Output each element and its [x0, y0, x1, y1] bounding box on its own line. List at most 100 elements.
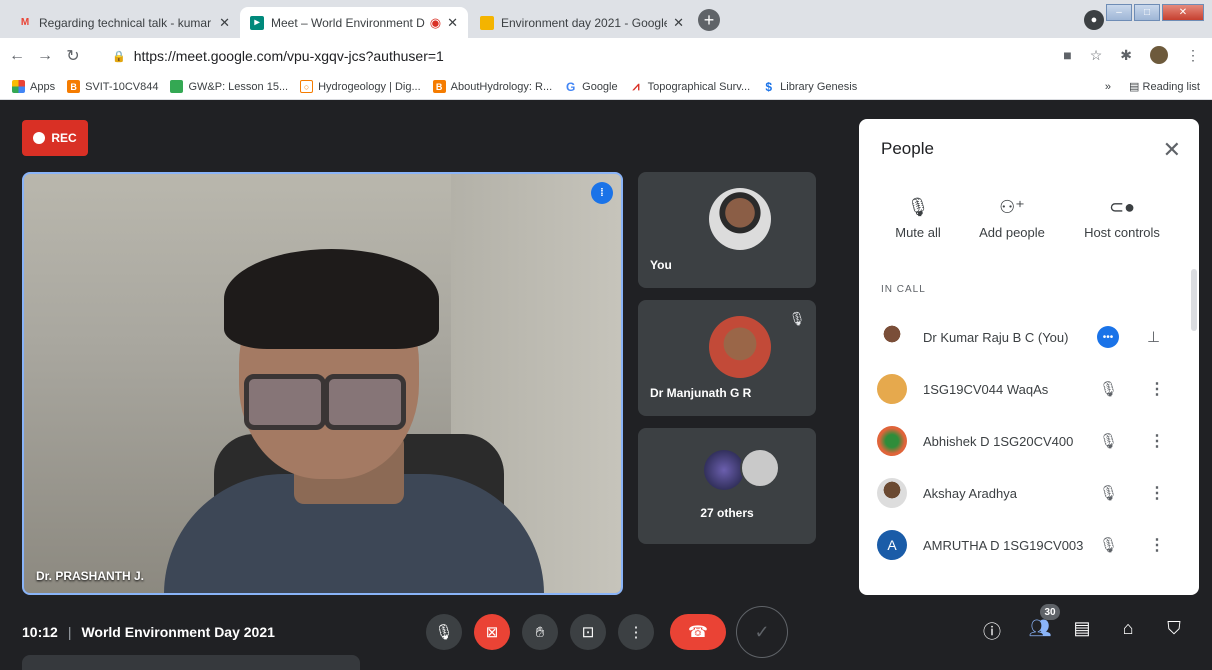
close-panel-button[interactable]: ✕ — [1163, 137, 1181, 163]
more-options-icon[interactable]: ⋮ — [1149, 483, 1165, 503]
slides-icon — [480, 15, 494, 30]
tab-title: Meet – World Environment D — [271, 15, 425, 30]
bookmark-item[interactable]: B AboutHydrology: R... — [432, 80, 552, 93]
close-tab-icon[interactable]: ✕ — [673, 15, 684, 31]
people-button[interactable]: 👥︎ — [1026, 618, 1054, 639]
meeting-name: World Environment Day 2021 — [81, 624, 275, 640]
bookmark-item[interactable]: B SVIT-10CV844 — [67, 80, 158, 93]
host-controls-shield-button[interactable]: ⛉ — [1160, 618, 1188, 639]
microphone-icon: 🎙︎ — [434, 624, 454, 641]
video-glasses — [324, 374, 406, 430]
bookmark-item[interactable]: ○ Hydrogeology | Dig... — [300, 80, 421, 93]
video-glasses — [244, 374, 326, 430]
bookmark-label: Google — [582, 80, 618, 93]
close-tab-icon[interactable]: ✕ — [447, 15, 458, 31]
microphone-button[interactable]: 🎙︎ — [426, 614, 462, 650]
present-button[interactable]: ⊡ — [570, 614, 606, 650]
pin-icon[interactable]: ⊥ — [1147, 328, 1160, 346]
bookmarks-right: » ▤ Reading list — [1105, 80, 1200, 94]
bookmark-label: GW&P: Lesson 15... — [188, 80, 289, 93]
more-options-icon[interactable]: ••• — [1097, 326, 1119, 348]
bookmark-item[interactable]: GW&P: Lesson 15... — [170, 80, 288, 93]
close-window-button[interactable]: ✕ — [1162, 4, 1204, 21]
tab-meet[interactable]: ▸ Meet – World Environment D ◉ ✕ — [240, 7, 468, 38]
in-call-heading: IN CALL — [881, 284, 926, 295]
meet-stage: REC ⁞ Dr. PRASHANTH J. You 🎙︎ Dr Manjuna… — [0, 100, 1212, 670]
blogger-icon: B — [67, 80, 81, 93]
tile-name: You — [650, 258, 672, 272]
forward-icon[interactable]: → — [34, 47, 56, 65]
meeting-info-button[interactable]: ⓘ — [978, 618, 1006, 644]
extensions-icon[interactable]: ✱ — [1120, 47, 1132, 64]
meeting-time: 10:12 — [22, 624, 58, 640]
maximize-button[interactable]: □ — [1134, 4, 1160, 21]
reload-icon[interactable]: ↻ — [62, 46, 84, 66]
tile-participant[interactable]: 🎙︎ Dr Manjunath G R — [638, 300, 816, 416]
tab-gmail[interactable]: M Regarding technical talk - kumar ✕ — [8, 7, 240, 38]
bookmark-item[interactable]: $ Library Genesis — [762, 80, 858, 94]
bookmark-apps[interactable]: Apps — [12, 80, 55, 93]
google-icon: G — [564, 79, 578, 94]
add-people-button[interactable]: ⚇⁺ Add people — [957, 197, 1067, 240]
list-item[interactable]: A AMRUTHA D 1SG19CV003 🎙︎ ⋮ — [859, 519, 1179, 571]
list-item[interactable]: Akshay Aradhya 🎙︎ ⋮ — [859, 467, 1179, 519]
tab-strip: M Regarding technical talk - kumar ✕ ▸ M… — [0, 0, 1212, 38]
avatar — [709, 188, 771, 250]
reading-list-button[interactable]: ▤ Reading list — [1129, 80, 1200, 93]
participant-name: Abhishek D 1SG20CV400 — [923, 433, 1074, 449]
main-video-tile[interactable]: ⁞ Dr. PRASHANTH J. — [22, 172, 623, 595]
tile-others[interactable]: 27 others — [638, 428, 816, 544]
url-field[interactable]: 🔒 https://meet.google.com/vpu-xgqv-jcs?a… — [112, 43, 1082, 69]
chat-icon: ▤ — [1073, 618, 1091, 638]
address-bar-row: ← → ↻ 🔒 https://meet.google.com/vpu-xgqv… — [0, 38, 1212, 74]
more-options-icon[interactable]: ⋮ — [1149, 379, 1165, 399]
list-item[interactable]: Dr Kumar Raju B C (You) ••• ⊥ — [859, 311, 1179, 363]
record-dot-icon — [33, 132, 46, 144]
avatar — [709, 316, 771, 378]
activities-button[interactable]: ⌂ — [1114, 618, 1142, 639]
people-icon: 👥︎ — [1028, 618, 1052, 638]
chat-button[interactable]: ▤ — [1068, 618, 1096, 639]
profile-icon[interactable]: ● — [1084, 10, 1104, 30]
video-person-hair — [224, 249, 439, 349]
participant-name: Akshay Aradhya — [923, 485, 1017, 501]
end-call-button[interactable]: ☎︎ — [670, 614, 726, 650]
mic-off-icon: 🎙︎ — [1099, 433, 1119, 450]
tile-you[interactable]: You — [638, 172, 816, 288]
minimize-button[interactable]: – — [1106, 4, 1132, 21]
close-tab-icon[interactable]: ✕ — [219, 15, 230, 31]
camera-icon[interactable]: ■ — [1063, 47, 1071, 63]
more-options-icon[interactable]: ⋮ — [1149, 535, 1165, 555]
more-options-button[interactable]: ⋮ — [618, 614, 654, 650]
mic-off-icon: 🎙︎ — [786, 308, 808, 330]
more-vert-icon: ⋮ — [628, 624, 644, 641]
tab-slides[interactable]: Environment day 2021 - Google S ✕ — [470, 7, 694, 38]
avatar[interactable] — [1150, 46, 1168, 64]
avatar — [877, 426, 907, 456]
meeting-details: 10:12 | World Environment Day 2021 — [22, 624, 275, 640]
shield-icon: ⛉ — [1167, 618, 1181, 638]
raise-hand-button[interactable]: ✋︎ — [522, 614, 558, 650]
new-tab-button[interactable]: + — [698, 9, 720, 31]
more-options-icon[interactable]: ⋮ — [1149, 431, 1165, 451]
tab-title: Regarding technical talk - kumar — [39, 15, 212, 30]
apps-grid-icon — [12, 80, 25, 93]
bookmark-star-icon[interactable]: ☆ — [1090, 47, 1103, 64]
camera-off-button[interactable]: ⊠ — [474, 614, 510, 650]
list-item[interactable]: Abhishek D 1SG20CV400 🎙︎ ⋮ — [859, 415, 1179, 467]
bookmark-item[interactable]: ⩘ Topographical Surv... — [629, 79, 750, 93]
others-count: 27 others — [700, 506, 754, 520]
ghost-check-button[interactable]: ✓ — [736, 606, 788, 658]
more-bookmarks-icon[interactable]: » — [1105, 81, 1111, 93]
site-icon: ⩘ — [629, 79, 643, 93]
list-item[interactable]: 1SG19CV044 WaqAs 🎙︎ ⋮ — [859, 363, 1179, 415]
menu-kebab-icon[interactable]: ⋮ — [1186, 47, 1200, 64]
bookmark-label: Library Genesis — [780, 80, 858, 93]
avatar — [877, 478, 907, 508]
participant-name: 1SG19CV044 WaqAs — [923, 381, 1049, 397]
panel-title: People — [881, 139, 934, 158]
bookmark-item[interactable]: G Google — [564, 79, 618, 94]
host-controls-button[interactable]: ⊂● Host controls — [1067, 197, 1177, 240]
back-icon[interactable]: ← — [6, 47, 28, 65]
panel-scrollbar[interactable] — [1191, 269, 1197, 331]
